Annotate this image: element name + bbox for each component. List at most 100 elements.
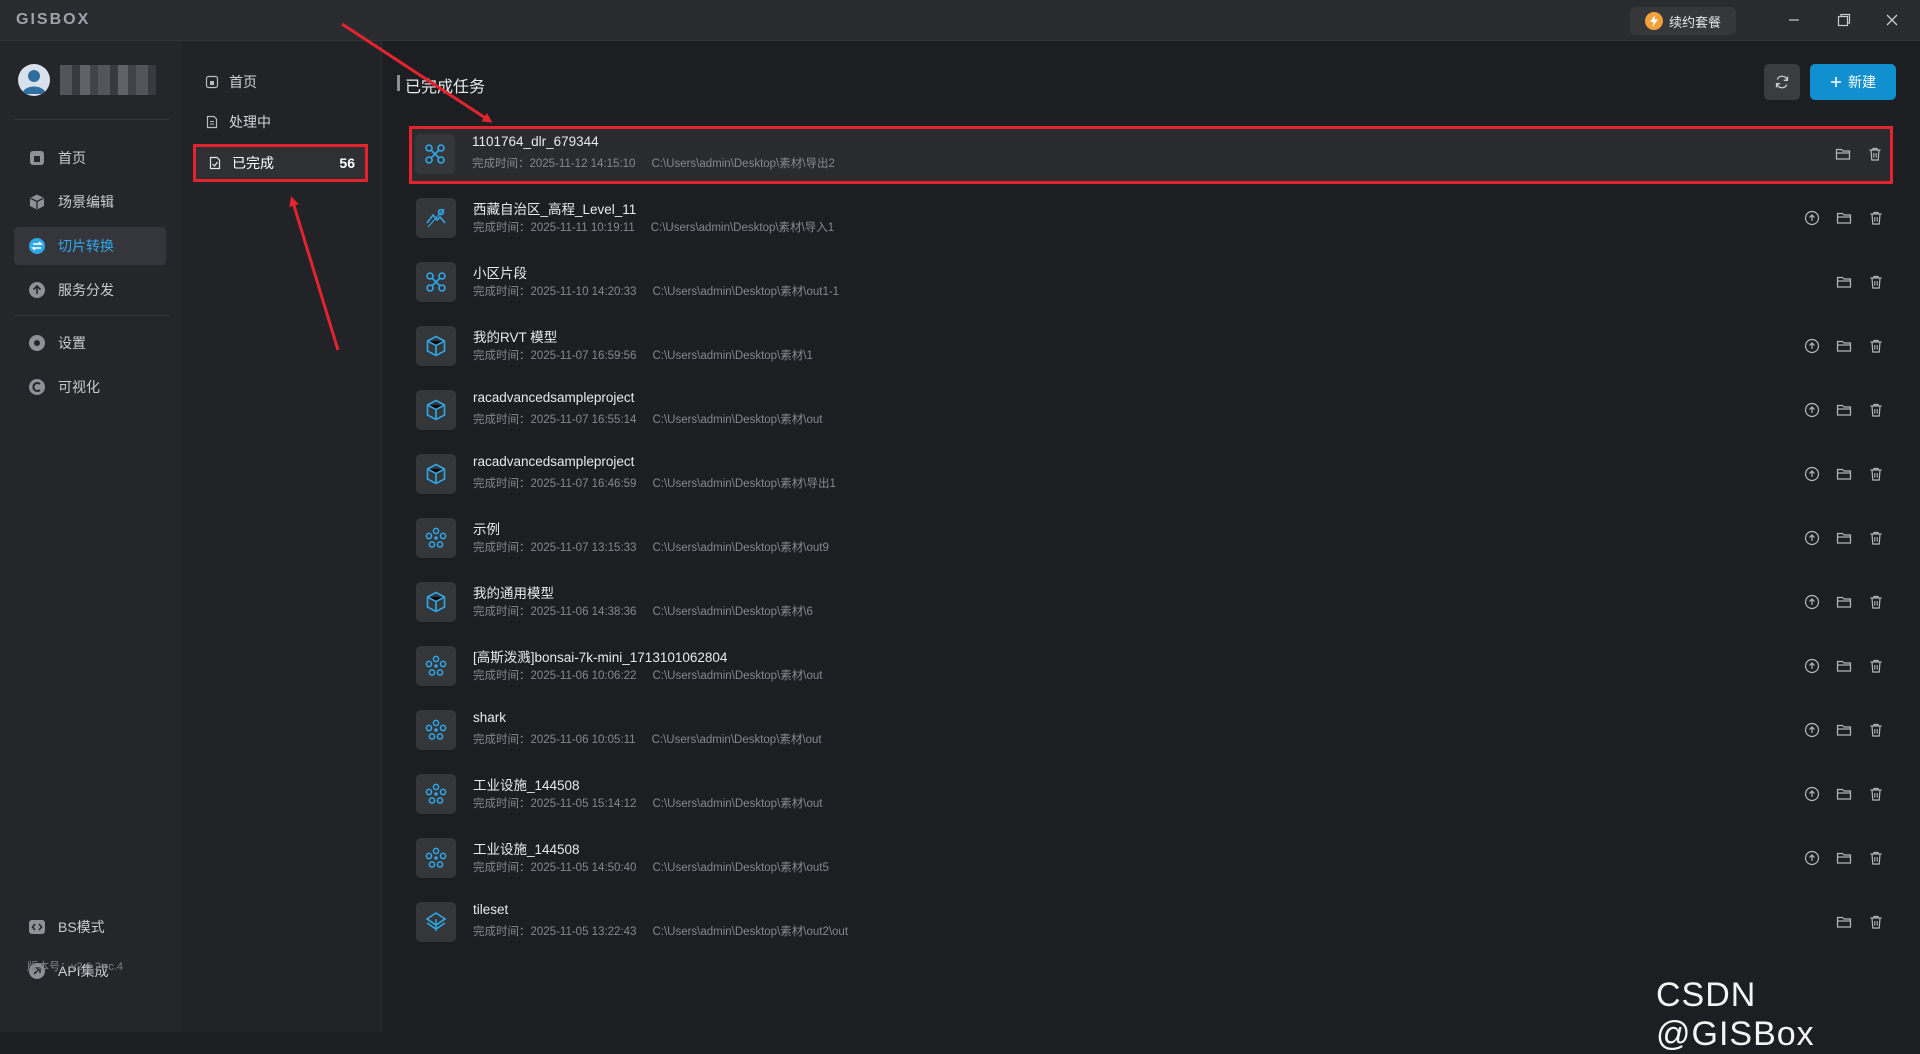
open-folder-icon[interactable] <box>1834 784 1854 804</box>
publish-upload-icon[interactable] <box>1802 464 1822 484</box>
open-folder-icon[interactable] <box>1834 336 1854 356</box>
delete-trash-icon[interactable] <box>1865 144 1885 164</box>
splat-icon <box>416 774 456 814</box>
publish-upload-icon[interactable] <box>1802 336 1822 356</box>
renew-plan-button[interactable]: 续约套餐 <box>1630 7 1736 35</box>
publish-upload-icon[interactable] <box>1802 400 1822 420</box>
task-meta: 完成时间：2025-11-12 14:15:10 C:\Users\admin\D… <box>472 155 835 171</box>
close-button[interactable] <box>1870 6 1914 34</box>
plus-icon <box>1831 77 1841 87</box>
subnav-item-processing[interactable]: 处理中 <box>193 104 365 140</box>
task-name: racadvancedsampleproject <box>473 390 635 405</box>
task-name: 工业设施_144508 <box>473 842 580 857</box>
delete-trash-icon[interactable] <box>1866 592 1886 612</box>
task-row[interactable]: [高斯泼溅]bonsai-7k-mini_1713101062804 完成时间：2… <box>410 638 1892 694</box>
restore-button[interactable] <box>1822 6 1866 34</box>
gear-icon <box>29 335 45 351</box>
delete-trash-icon[interactable] <box>1866 912 1886 932</box>
task-row[interactable]: 我的RVT 模型完成时间：2025-11-07 16:59:56 C:\Users… <box>410 318 1892 374</box>
task-meta: 完成时间：2025-11-06 14:38:36 C:\Users\admin\D… <box>473 603 813 619</box>
task-row[interactable]: 工业设施_144508 完成时间：2025-11-05 14:50:40 C:\Us… <box>410 830 1892 886</box>
task-row[interactable]: racadvancedsampleproject 完成时间：2025-11-07 … <box>410 446 1892 502</box>
publish-upload-icon[interactable] <box>1802 592 1822 612</box>
open-folder-icon[interactable] <box>1834 912 1854 932</box>
open-folder-icon[interactable] <box>1834 592 1854 612</box>
open-folder-icon[interactable] <box>1834 528 1854 548</box>
task-name: 1101764_dlr_679344 <box>472 134 599 149</box>
new-task-button[interactable]: 新建 <box>1810 64 1896 100</box>
delete-trash-icon[interactable] <box>1866 784 1886 804</box>
task-row[interactable]: tileset 完成时间：2025-11-05 13:22:43 C:\Users\… <box>410 894 1892 950</box>
divider <box>14 119 169 120</box>
task-name: 我的RVT 模型 <box>473 330 558 345</box>
task-name: 西藏自治区_高程_Level_11 <box>473 202 637 217</box>
subnav-item-completed[interactable]: 已完成 56 <box>193 144 368 182</box>
task-output-path: C:\Users\admin\Desktop\素材\out5 <box>652 862 829 874</box>
user-icon <box>22 70 46 94</box>
sidebar-item-visual[interactable]: 可视化 <box>14 368 166 406</box>
delete-trash-icon[interactable] <box>1866 272 1886 292</box>
delete-trash-icon[interactable] <box>1866 208 1886 228</box>
task-meta: 完成时间：2025-11-07 16:59:56 C:\Users\admin\D… <box>473 347 813 363</box>
page-title: 已完成任务 <box>396 73 485 97</box>
task-row[interactable]: shark 完成时间：2025-11-06 10:05:11 C:\Users\ad… <box>410 702 1892 758</box>
upload-icon <box>29 282 45 298</box>
sidebar-item-service[interactable]: 服务分发 <box>14 271 166 309</box>
publish-upload-icon[interactable] <box>1802 848 1822 868</box>
sidebar-item-scene-edit[interactable]: 场景编辑 <box>14 183 166 221</box>
task-row[interactable]: racadvancedsampleproject 完成时间：2025-11-07 … <box>410 382 1892 438</box>
open-folder-icon[interactable] <box>1834 464 1854 484</box>
cube-icon <box>30 194 44 210</box>
task-meta: 完成时间：2025-11-10 14:20:33 C:\Users\admin\D… <box>473 283 839 299</box>
subnav-item-home[interactable]: 首页 <box>193 64 365 100</box>
open-folder-icon[interactable] <box>1834 848 1854 868</box>
task-meta: 完成时间：2025-11-05 14:50:40 C:\Users\admin\D… <box>473 859 829 875</box>
open-folder-icon[interactable] <box>1834 720 1854 740</box>
task-row[interactable]: 1101764_dlr_679344 完成时间：2025-11-12 14:15:… <box>409 126 1893 184</box>
task-meta: 完成时间：2025-11-05 15:14:12 C:\Users\admin\D… <box>473 795 822 811</box>
task-meta: 完成时间：2025-11-05 13:22:43 C:\Users\admin\D… <box>473 923 848 939</box>
open-folder-icon[interactable] <box>1833 144 1853 164</box>
sidebar-item-settings[interactable]: 设置 <box>14 324 166 362</box>
publish-upload-icon[interactable] <box>1802 720 1822 740</box>
splat-icon <box>416 710 456 750</box>
task-output-path: C:\Users\admin\Desktop\素材\out1-1 <box>652 286 840 298</box>
open-folder-icon[interactable] <box>1834 656 1854 676</box>
task-row[interactable]: 小区片段 完成时间：2025-11-10 14:20:33 C:\Users\adm… <box>410 254 1892 310</box>
task-row[interactable]: 我的通用模型完成时间：2025-11-06 14:38:36 C:\Users\a… <box>410 574 1892 630</box>
delete-trash-icon[interactable] <box>1866 400 1886 420</box>
minimize-button[interactable] <box>1772 6 1816 34</box>
task-name: 我的通用模型 <box>473 586 554 601</box>
title-bar: GISBOX 续约套餐 <box>0 0 1920 41</box>
user-profile[interactable] <box>18 64 156 96</box>
splat-icon <box>416 518 456 558</box>
publish-upload-icon[interactable] <box>1802 784 1822 804</box>
delete-trash-icon[interactable] <box>1866 528 1886 548</box>
task-output-path: C:\Users\admin\Desktop\素材\6 <box>652 606 813 618</box>
task-output-path: C:\Users\admin\Desktop\素材\1 <box>652 350 813 362</box>
sidebar-item-bs-mode[interactable]: BS模式 <box>14 908 166 946</box>
publish-upload-icon[interactable] <box>1802 656 1822 676</box>
open-folder-icon[interactable] <box>1834 272 1854 292</box>
delete-trash-icon[interactable] <box>1866 848 1886 868</box>
open-folder-icon[interactable] <box>1834 400 1854 420</box>
publish-upload-icon[interactable] <box>1802 528 1822 548</box>
refresh-button[interactable] <box>1764 64 1800 100</box>
publish-upload-icon[interactable] <box>1802 208 1822 228</box>
open-folder-icon[interactable] <box>1834 208 1854 228</box>
task-row[interactable]: 示例 完成时间：2025-11-07 13:15:33 C:\Users\admin… <box>410 510 1892 566</box>
sidebar-item-home[interactable]: 首页 <box>14 139 166 177</box>
renew-plan-label: 续约套餐 <box>1668 14 1721 30</box>
delete-trash-icon[interactable] <box>1866 720 1886 740</box>
task-row[interactable]: 工业设施_144508 完成时间：2025-11-05 15:14:12 C:\Us… <box>410 766 1892 822</box>
task-meta: 完成时间：2025-11-07 16:46:59 C:\Users\admin\D… <box>473 475 836 491</box>
delete-trash-icon[interactable] <box>1866 336 1886 356</box>
task-row[interactable]: 西藏自治区_高程_Level_11 完成时间：2025-11-11 10:19:1… <box>410 190 1892 246</box>
delete-trash-icon[interactable] <box>1866 656 1886 676</box>
task-output-path: C:\Users\admin\Desktop\素材\out <box>652 414 823 426</box>
task-finish-time: 完成时间：2025-11-10 14:20:33 <box>473 286 637 298</box>
network-icon <box>415 134 455 174</box>
delete-trash-icon[interactable] <box>1866 464 1886 484</box>
sidebar-item-tile-convert[interactable]: 切片转换 <box>14 227 166 265</box>
task-finish-time: 完成时间：2025-11-06 14:38:36 <box>473 606 637 618</box>
